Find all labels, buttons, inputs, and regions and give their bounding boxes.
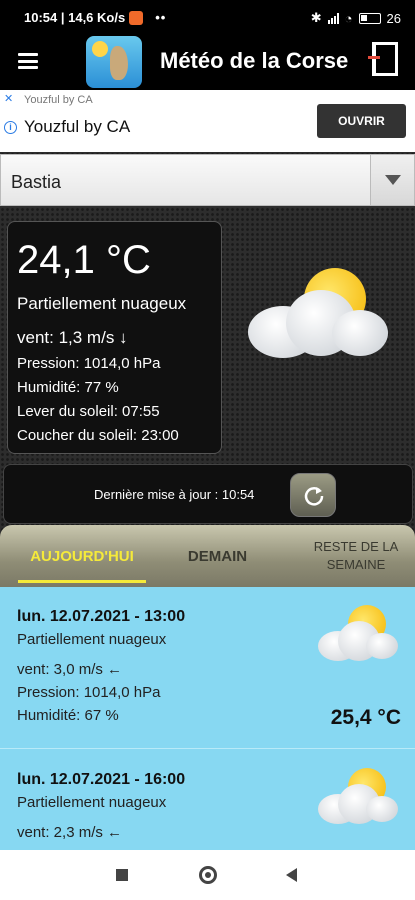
ad-title[interactable]: Youzful by CA	[24, 117, 130, 137]
refresh-button[interactable]	[290, 473, 336, 517]
forecast-humidity: Humidité: 67 %	[17, 707, 119, 724]
tab-today[interactable]: AUJOURD'HUI	[14, 525, 150, 587]
current-sunset: Coucher du soleil: 23:00	[17, 427, 179, 444]
forecast-date: lun. 12.07.2021 - 16:00	[17, 771, 186, 788]
list-item[interactable]: lun. 12.07.2021 - 13:00 Partiellement nu…	[0, 587, 415, 749]
ad-info-icon[interactable]: i	[4, 121, 17, 134]
back-button[interactable]	[286, 868, 297, 882]
recent-apps-button[interactable]	[116, 869, 128, 881]
partly-cloudy-icon	[246, 262, 396, 372]
current-wind: vent: 1,3 m/s ↓	[17, 328, 128, 347]
forecast-description: Partiellement nuageux	[17, 794, 167, 811]
more-notifications-icon: ••	[155, 10, 167, 25]
forecast-temperature: 25,4 °C	[330, 706, 401, 729]
forecast-wind: vent: 2,3 m/s ←	[17, 824, 123, 841]
city-select-value: Bastia	[11, 172, 62, 192]
status-left: 10:54 | 14,6 Ko/s ••	[24, 10, 166, 25]
bluetooth-icon: ✱	[310, 10, 322, 25]
city-select[interactable]: Bastia	[0, 154, 415, 206]
current-pressure: Pression: 1014,0 hPa	[17, 355, 161, 372]
status-bar: 10:54 | 14,6 Ko/s •• ✱ ◔ 26	[0, 0, 415, 34]
ad-advertiser: Youzful by CA	[24, 94, 93, 106]
menu-icon[interactable]	[18, 53, 38, 69]
wifi-icon: ◔	[344, 10, 353, 26]
app-bar: Météo de la Corse	[0, 34, 415, 90]
status-right: ✱ ◔ 26	[311, 10, 401, 26]
current-humidity: Humidité: 77 %	[17, 379, 119, 396]
app-title: Météo de la Corse	[160, 48, 349, 73]
forecast-description: Partiellement nuageux	[17, 631, 167, 648]
ad-close-icon[interactable]: ✕	[4, 92, 13, 105]
system-nav-bar	[0, 850, 415, 900]
forecast-date: lun. 12.07.2021 - 13:00	[17, 608, 186, 625]
current-sunrise: Lever du soleil: 07:55	[17, 403, 160, 420]
ad-open-button[interactable]: OUVRIR	[317, 104, 406, 138]
update-bar: Dernière mise à jour : 10:54	[3, 464, 413, 524]
app-logo	[86, 36, 142, 88]
home-button[interactable]	[199, 866, 217, 884]
tab-tomorrow[interactable]: DEMAIN	[150, 525, 285, 587]
tab-rest-of-week[interactable]: RESTE DE LA SEMAINE	[297, 525, 415, 587]
list-item[interactable]: lun. 12.07.2021 - 16:00 Partiellement nu…	[0, 750, 415, 850]
battery-icon	[358, 12, 381, 24]
forecast-list[interactable]: lun. 12.07.2021 - 13:00 Partiellement nu…	[0, 587, 415, 850]
partly-cloudy-icon	[316, 603, 400, 667]
battery-level: 26	[386, 10, 401, 26]
current-weather-card: 24,1 °C Partiellement nuageux vent: 1,3 …	[7, 221, 222, 454]
current-description: Partiellement nuageux	[17, 294, 187, 313]
refresh-icon	[304, 487, 324, 506]
ad-banner[interactable]: ✕ Youzful by CA i Youzful by CA OUVRIR	[0, 90, 415, 152]
exit-icon[interactable]	[368, 42, 398, 76]
forecast-pressure: Pression: 1014,0 hPa	[17, 684, 161, 701]
status-time: 10:54 | 14,6 Ko/s	[24, 10, 126, 25]
last-update-text: Dernière mise à jour : 10:54	[94, 487, 255, 502]
chevron-down-icon[interactable]	[370, 155, 414, 205]
partly-cloudy-icon	[316, 766, 400, 830]
signal-icon	[327, 12, 339, 24]
current-temperature: 24,1 °C	[17, 238, 151, 282]
forecast-tabs: AUJOURD'HUI DEMAIN RESTE DE LA SEMAINE	[0, 525, 415, 587]
forecast-wind: vent: 3,0 m/s ←	[17, 661, 123, 678]
notification-app-icon	[129, 10, 144, 25]
